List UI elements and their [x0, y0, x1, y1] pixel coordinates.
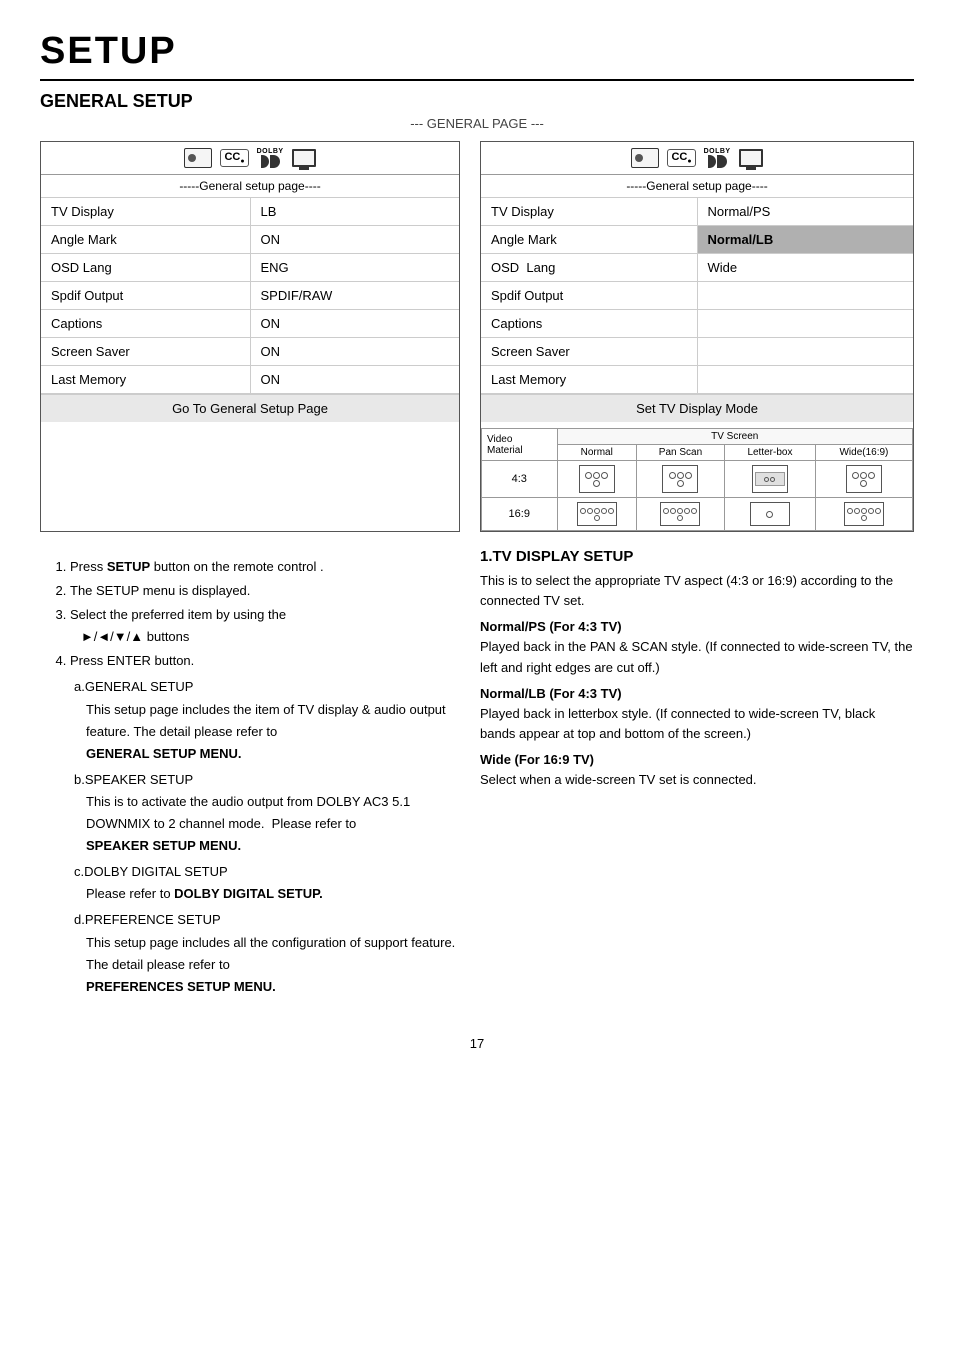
- label-normal-ps: Normal/PS (For 4:3 TV): [480, 619, 622, 634]
- panel-row-captions: Captions ON: [41, 310, 459, 338]
- panel-row-osdlang-r: OSD Lang Wide: [481, 254, 913, 282]
- tv-display-title: 1.TV DISPLAY SETUP: [480, 548, 914, 565]
- panel-row-lastmemory-r: Last Memory: [481, 366, 913, 394]
- cc-icon-right: CC●: [667, 149, 695, 167]
- monitor-icon-right: [739, 149, 763, 167]
- tv-display-intro: This is to select the appropriate TV asp…: [480, 571, 914, 611]
- left-panel-subtitle: -----General setup page----: [41, 175, 459, 198]
- label-normal-lb: Normal/LB (For 4:3 TV): [480, 686, 622, 701]
- right-panel-subtitle: -----General setup page----: [481, 175, 913, 198]
- instructions-section: Press SETUP button on the remote control…: [40, 556, 460, 1000]
- instruction-4d: d.PREFERENCE SETUP This setup page inclu…: [74, 909, 460, 997]
- instruction-4a: a.GENERAL SETUP This setup page includes…: [74, 676, 460, 764]
- dvd-icon-right: [631, 148, 659, 168]
- panel-row-spdif: Spdif Output SPDIF/RAW: [41, 282, 459, 310]
- section-title: GENERAL SETUP: [40, 91, 914, 112]
- page-number: 17: [40, 1036, 914, 1051]
- panel-row-anglemark: Angle Mark ON: [41, 226, 459, 254]
- monitor-icon: [292, 149, 316, 167]
- label-wide: Wide (For 16:9 TV): [480, 752, 594, 767]
- dolby-icon-right: DOLBY: [704, 148, 731, 168]
- text-normal-lb: Played back in letterbox style. (If conn…: [480, 706, 875, 741]
- text-wide: Select when a wide-screen TV set is conn…: [480, 772, 757, 787]
- sub-heading: --- GENERAL PAGE ---: [40, 116, 914, 131]
- panel-row-tvdisplay: TV Display LB: [41, 198, 459, 226]
- instruction-3: Select the preferred item by using the ►…: [70, 604, 460, 648]
- cc-icon: CC●: [220, 149, 248, 167]
- page-title: SETUP: [40, 30, 914, 81]
- panel-row-osdlang: OSD Lang ENG: [41, 254, 459, 282]
- instruction-4: Press ENTER button. a.GENERAL SETUP This…: [70, 650, 460, 997]
- left-panel-footer[interactable]: Go To General Setup Page: [41, 394, 459, 422]
- tv-display-description: 1.TV DISPLAY SETUP This is to select the…: [480, 548, 914, 1016]
- right-panel-footer: Set TV Display Mode: [481, 394, 913, 422]
- text-normal-ps: Played back in the PAN & SCAN style. (If…: [480, 639, 913, 674]
- left-panel: CC● DOLBY -----General setup page---- TV…: [40, 141, 460, 532]
- instruction-1: Press SETUP button on the remote control…: [70, 556, 460, 578]
- panel-row-anglemark-r: Angle Mark Normal/LB: [481, 226, 913, 254]
- panel-row-spdif-r: Spdif Output: [481, 282, 913, 310]
- panel-row-captions-r: Captions: [481, 310, 913, 338]
- panel-row-screensaver: Screen Saver ON: [41, 338, 459, 366]
- panel-row-tvdisplay-r: TV Display Normal/PS: [481, 198, 913, 226]
- instruction-4c: c.DOLBY DIGITAL SETUP Please refer to DO…: [74, 861, 460, 905]
- dvd-icon: [184, 148, 212, 168]
- tv-mode-table: VideoMaterial TV Screen Normal Pan Scan …: [481, 428, 913, 531]
- right-panel: CC● DOLBY -----General setup page---- TV…: [480, 141, 914, 532]
- panel-row-lastmemory: Last Memory ON: [41, 366, 459, 394]
- instruction-4b: b.SPEAKER SETUP This is to activate the …: [74, 769, 460, 857]
- panel-row-screensaver-r: Screen Saver: [481, 338, 913, 366]
- dolby-icon: DOLBY: [257, 148, 284, 168]
- instruction-2: The SETUP menu is displayed.: [70, 580, 460, 602]
